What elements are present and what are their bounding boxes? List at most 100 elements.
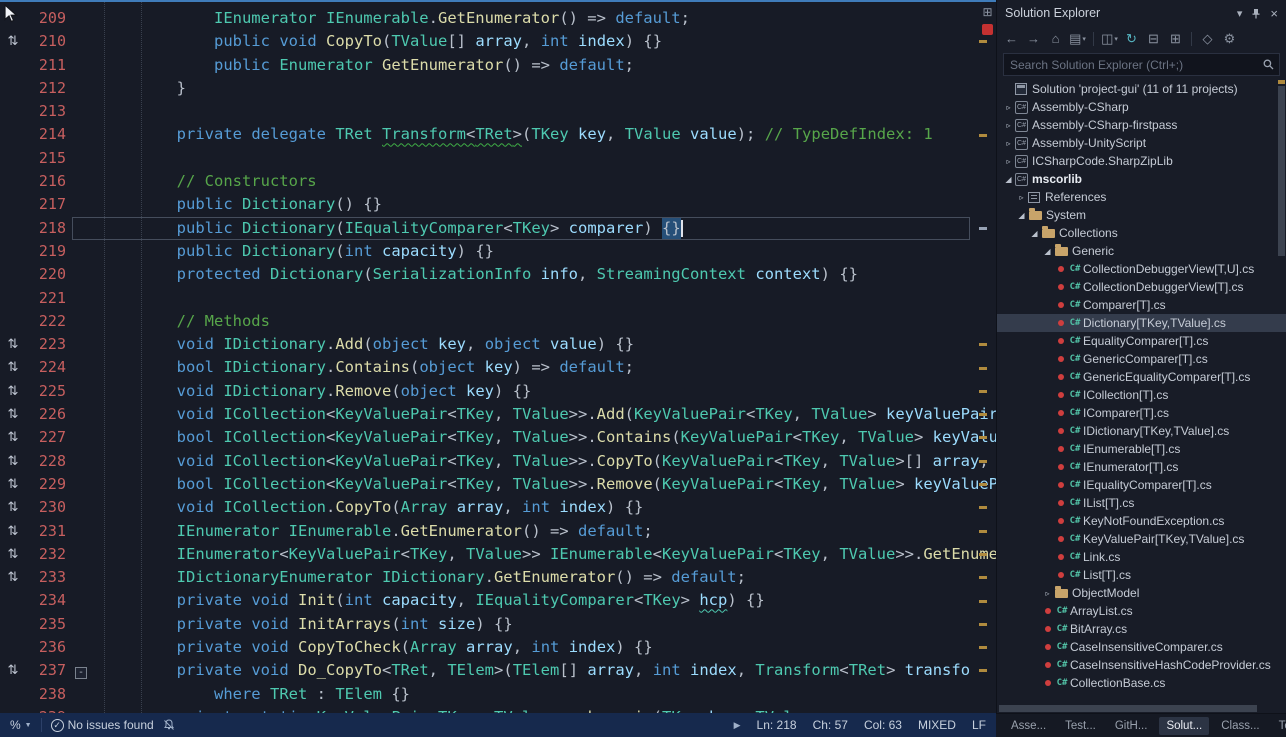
show-all-files-icon[interactable]: ⊞: [1165, 29, 1186, 49]
code-line[interactable]: ⇅210 public void CopyTo(TValue[] array, …: [0, 30, 996, 53]
tree-item[interactable]: ◢Collections: [997, 224, 1286, 242]
code-line[interactable]: 211 public Enumerator GetEnumerator() =>…: [0, 54, 996, 77]
bell-slash-icon[interactable]: [163, 719, 175, 731]
code-line[interactable]: 209 IEnumerator IEnumerable.GetEnumerato…: [0, 7, 996, 30]
line-number[interactable]: 218: [26, 217, 72, 240]
tree-item[interactable]: C#List[T].cs: [997, 566, 1286, 584]
code-line[interactable]: ⇅225 void IDictionary.Remove(object key)…: [0, 380, 996, 403]
expanded-chevron-icon[interactable]: ◢: [1002, 175, 1015, 184]
code-line[interactable]: 239 private static KeyValuePair<TKey, TV…: [0, 706, 996, 713]
tree-horizontal-scrollbar[interactable]: [997, 704, 1286, 713]
line-number[interactable]: 213: [26, 100, 72, 123]
line-number[interactable]: 210: [26, 30, 72, 53]
implementations-icon[interactable]: ⇅: [0, 566, 26, 589]
tree-item[interactable]: ▹C#Assembly-CSharp-firstpass: [997, 116, 1286, 134]
tree-item[interactable]: ▹C#ICSharpCode.SharpZipLib: [997, 152, 1286, 170]
panel-tab[interactable]: Solut...: [1159, 717, 1209, 735]
tree-item[interactable]: C#EqualityComparer[T].cs: [997, 332, 1286, 350]
tree-item[interactable]: C#CollectionDebuggerView[T].cs: [997, 278, 1286, 296]
line-number[interactable]: 222: [26, 310, 72, 333]
code-line[interactable]: ⇅226 void ICollection<KeyValuePair<TKey,…: [0, 403, 996, 426]
code-line[interactable]: 236 private void CopyToCheck(Array array…: [0, 636, 996, 659]
code-line[interactable]: 213: [0, 100, 996, 123]
line-number[interactable]: 238: [26, 683, 72, 706]
code-line[interactable]: ⇅232 IEnumerator<KeyValuePair<TKey, TVal…: [0, 543, 996, 566]
code-line[interactable]: 234 private void Init(int capacity, IEqu…: [0, 589, 996, 612]
code-line[interactable]: ⇅223 void IDictionary.Add(object key, ob…: [0, 333, 996, 356]
line-number[interactable]: 220: [26, 263, 72, 286]
tree-item[interactable]: ◢System: [997, 206, 1286, 224]
code-line[interactable]: 235 private void InitArrays(int size) {}: [0, 613, 996, 636]
line-number[interactable]: 226: [26, 403, 72, 426]
code-line[interactable]: 222 // Methods: [0, 310, 996, 333]
code-line[interactable]: 216 // Constructors: [0, 170, 996, 193]
tree-item[interactable]: C#KeyNotFoundException.cs: [997, 512, 1286, 530]
implementations-icon[interactable]: ⇅: [0, 333, 26, 356]
code-line[interactable]: ⇅224 bool IDictionary.Contains(object ke…: [0, 356, 996, 379]
tree-vertical-scrollbar[interactable]: [1277, 80, 1286, 679]
line-number[interactable]: 227: [26, 426, 72, 449]
tree-item[interactable]: C#IDictionary[TKey,TValue].cs: [997, 422, 1286, 440]
char-indicator[interactable]: Ch: 57: [813, 718, 848, 732]
code-line[interactable]: ⇅233 IDictionaryEnumerator IDictionary.G…: [0, 566, 996, 589]
tree-item[interactable]: ▹C#Assembly-UnityScript: [997, 134, 1286, 152]
implementations-icon[interactable]: ⇅: [0, 543, 26, 566]
tree-item[interactable]: C#GenericComparer[T].cs: [997, 350, 1286, 368]
tree-item[interactable]: ◢C#mscorlib: [997, 170, 1286, 188]
tree-item[interactable]: ◢Generic: [997, 242, 1286, 260]
line-number[interactable]: 231: [26, 520, 72, 543]
line-number[interactable]: 216: [26, 170, 72, 193]
code-line[interactable]: ⇅228 void ICollection<KeyValuePair<TKey,…: [0, 450, 996, 473]
code-line[interactable]: ⇅231 IEnumerator IEnumerable.GetEnumerat…: [0, 520, 996, 543]
line-number[interactable]: 223: [26, 333, 72, 356]
implementations-icon[interactable]: ⇅: [0, 659, 26, 682]
implementations-icon[interactable]: ⇅: [0, 403, 26, 426]
line-number[interactable]: 214: [26, 123, 72, 146]
code-line[interactable]: 221: [0, 287, 996, 310]
implementations-icon[interactable]: ⇅: [0, 520, 26, 543]
line-number[interactable]: 232: [26, 543, 72, 566]
collapsed-chevron-icon[interactable]: ▹: [1002, 103, 1015, 112]
search-icon[interactable]: [1263, 59, 1274, 70]
play-icon[interactable]: ▶: [734, 720, 741, 731]
line-number[interactable]: 212: [26, 77, 72, 100]
eol-indicator[interactable]: LF: [972, 718, 986, 732]
tree-item[interactable]: ▹References: [997, 188, 1286, 206]
tree-item[interactable]: C#ICollection[T].cs: [997, 386, 1286, 404]
code-line[interactable]: ⇅229 bool ICollection<KeyValuePair<TKey,…: [0, 473, 996, 496]
implementations-icon[interactable]: ⇅: [0, 450, 26, 473]
close-panel-icon[interactable]: ×: [1270, 6, 1278, 21]
line-number[interactable]: 224: [26, 356, 72, 379]
expanded-chevron-icon[interactable]: ◢: [1041, 247, 1054, 256]
line-number[interactable]: 219: [26, 240, 72, 263]
tree-item[interactable]: C#IEqualityComparer[T].cs: [997, 476, 1286, 494]
column-indicator[interactable]: Col: 63: [864, 718, 902, 732]
collapsed-chevron-icon[interactable]: ▹: [1002, 157, 1015, 166]
line-number[interactable]: 225: [26, 380, 72, 403]
implementations-icon[interactable]: ⇅: [0, 426, 26, 449]
tree-item[interactable]: C#CaseInsensitiveComparer.cs: [997, 638, 1286, 656]
line-number[interactable]: 221: [26, 287, 72, 310]
collapsed-chevron-icon[interactable]: ▹: [1002, 139, 1015, 148]
tree-item[interactable]: C#CollectionDebuggerView[T,U].cs: [997, 260, 1286, 278]
forward-icon[interactable]: →: [1023, 29, 1044, 49]
code-line[interactable]: ⇅227 bool ICollection<KeyValuePair<TKey,…: [0, 426, 996, 449]
implementations-icon[interactable]: ⇅: [0, 30, 26, 53]
tree-item[interactable]: Solution 'project-gui' (11 of 11 project…: [997, 80, 1286, 98]
line-number[interactable]: 239: [26, 706, 72, 713]
panel-tab[interactable]: Tea...: [1272, 717, 1286, 735]
tree-item[interactable]: C#IEnumerator[T].cs: [997, 458, 1286, 476]
code-line[interactable]: 219 public Dictionary(int capacity) {}: [0, 240, 996, 263]
line-number[interactable]: 237: [26, 659, 72, 682]
tree-item[interactable]: C#IComparer[T].cs: [997, 404, 1286, 422]
collapsed-chevron-icon[interactable]: ▹: [1015, 193, 1028, 202]
expanded-chevron-icon[interactable]: ◢: [1015, 211, 1028, 220]
tree-item[interactable]: C#Dictionary[TKey,TValue].cs: [997, 314, 1286, 332]
tree-item[interactable]: C#ArrayList.cs: [997, 602, 1286, 620]
line-number[interactable]: 215: [26, 147, 72, 170]
tree-item[interactable]: C#CaseInsensitiveHashCodeProvider.cs: [997, 656, 1286, 674]
code-line[interactable]: ⇅230 void ICollection.CopyTo(Array array…: [0, 496, 996, 519]
overview-ruler[interactable]: [970, 2, 996, 713]
tree-item[interactable]: C#GenericEqualityComparer[T].cs: [997, 368, 1286, 386]
panel-tab[interactable]: Asse...: [1004, 717, 1053, 735]
